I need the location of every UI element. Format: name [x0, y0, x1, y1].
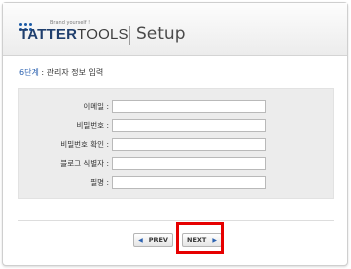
next-button[interactable]: NEXT ▶: [182, 233, 222, 247]
page-title: Setup: [136, 24, 186, 44]
blog-id-field[interactable]: [112, 157, 266, 170]
header-bar: Brand yourself ! TATTERTOOLS Setup: [3, 3, 347, 56]
nickname-field[interactable]: [112, 176, 266, 189]
form-row-password: 비밀번호 :: [19, 119, 335, 133]
triangle-left-icon: ◀: [138, 236, 143, 244]
brand-name-part2: TOOLS: [77, 26, 129, 43]
form-row-email: 이메일 :: [19, 100, 335, 114]
header-divider: [129, 26, 130, 45]
nickname-label: 필명 :: [90, 178, 109, 187]
admin-form-panel: 이메일 : 비밀번호 : 비밀번호 확인 : 블로그 식별자 : 필명 :: [18, 88, 334, 199]
prev-button-label: PREV: [148, 236, 168, 244]
email-field[interactable]: [112, 100, 266, 113]
step-indicator: 6단계 : 관리자 정보 입력: [19, 67, 103, 78]
brand-name-part1: TATTER: [19, 26, 78, 43]
prev-button[interactable]: ◀ PREV: [133, 233, 173, 247]
step-title: 관리자 정보 입력: [46, 68, 104, 77]
form-row-blog-id: 블로그 식별자 :: [19, 157, 335, 171]
step-separator: :: [38, 68, 47, 77]
email-label: 이메일 :: [83, 102, 109, 111]
password-confirm-label: 비밀번호 확인 :: [60, 140, 109, 149]
blog-id-label: 블로그 식별자 :: [60, 159, 109, 168]
triangle-right-icon: ▶: [212, 236, 217, 244]
form-row-nickname: 필명 :: [19, 176, 335, 190]
form-row-password-confirm: 비밀번호 확인 :: [19, 138, 335, 152]
password-field[interactable]: [112, 119, 266, 132]
next-button-label: NEXT: [187, 236, 207, 244]
password-label: 비밀번호 :: [76, 121, 109, 130]
password-confirm-field[interactable]: [112, 138, 266, 151]
footer-divider: [18, 220, 334, 221]
brand-logo: TATTERTOOLS: [19, 26, 129, 43]
step-number: 6단계: [19, 68, 39, 77]
